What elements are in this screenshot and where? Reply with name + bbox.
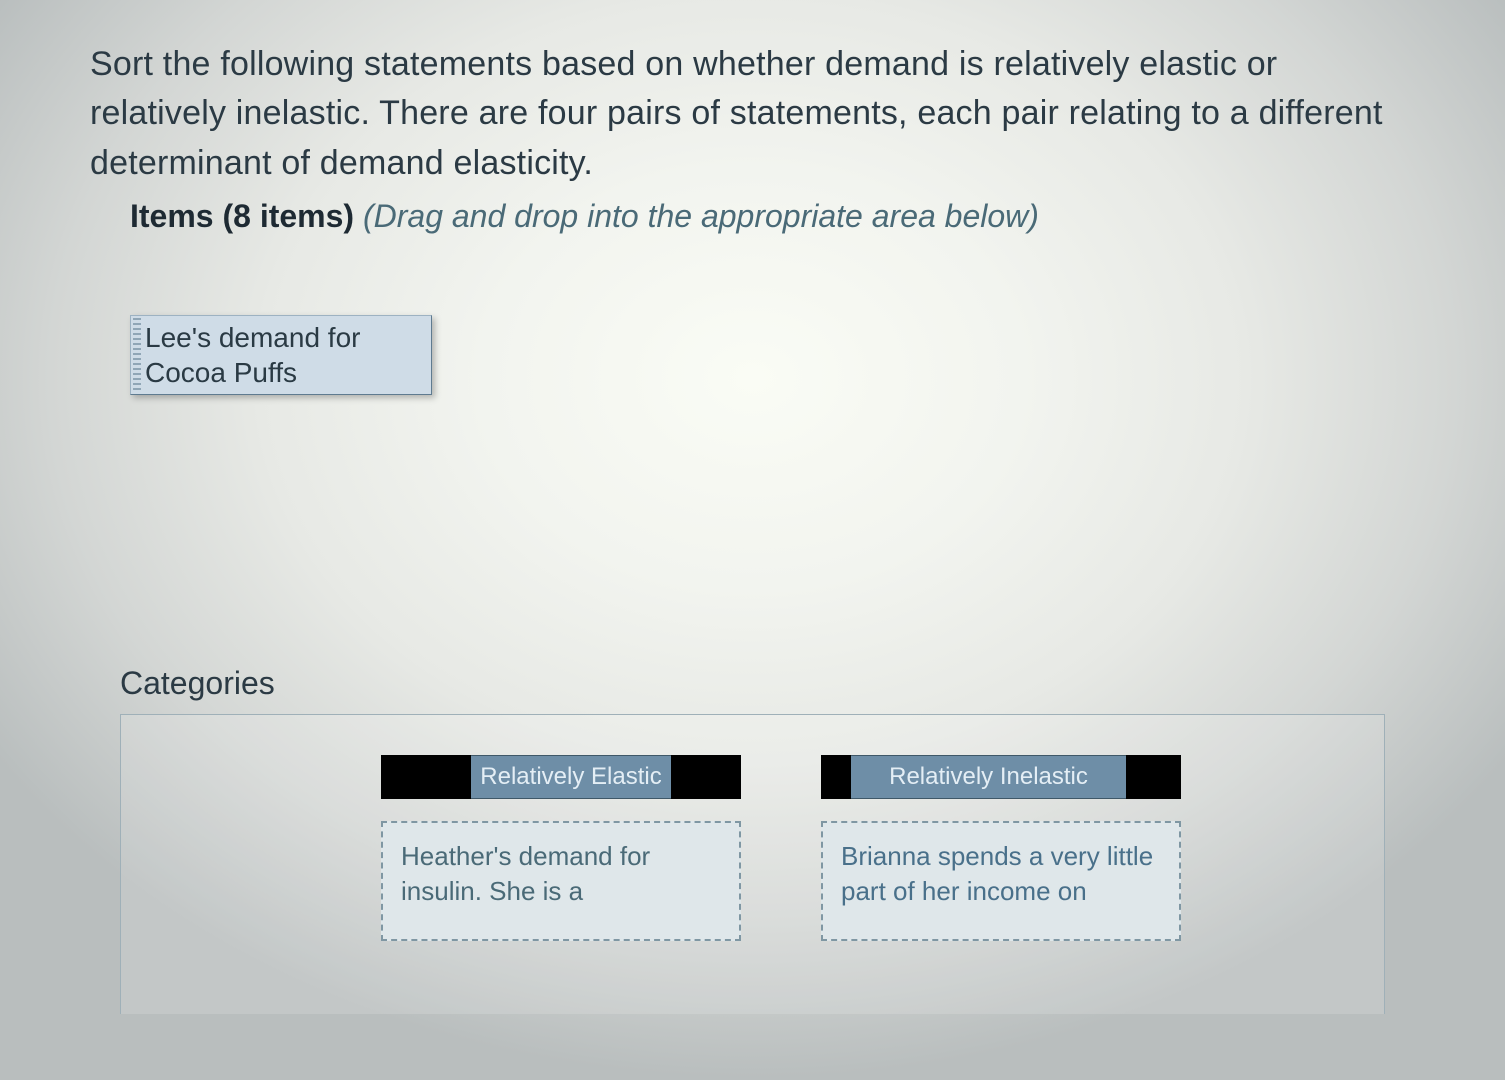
redaction-block bbox=[1126, 755, 1181, 799]
redaction-block bbox=[381, 755, 471, 799]
drag-hint: (Drag and drop into the appropriate area… bbox=[363, 198, 1039, 234]
category-header-elastic: Relatively Elastic bbox=[381, 755, 741, 799]
category-inelastic: Relatively Inelastic Brianna spends a ve… bbox=[821, 755, 1181, 1014]
drop-zone-elastic[interactable]: Heather's demand for insulin. She is a bbox=[381, 821, 741, 941]
redaction-block bbox=[671, 755, 741, 799]
categories-heading: Categories bbox=[120, 665, 1415, 702]
categories-container: Relatively Elastic Heather's demand for … bbox=[120, 714, 1385, 1014]
drop-zone-inelastic[interactable]: Brianna spends a very little part of her… bbox=[821, 821, 1181, 941]
redaction-block bbox=[821, 755, 851, 799]
category-label-elastic: Relatively Elastic bbox=[471, 755, 671, 799]
category-header-inelastic: Relatively Inelastic bbox=[821, 755, 1181, 799]
draggable-item[interactable]: Lee's demand for Cocoa Puffs bbox=[130, 315, 432, 395]
items-count-label: Items (8 items) bbox=[130, 198, 354, 234]
question-text: Sort the following statements based on w… bbox=[90, 40, 1415, 188]
dropped-item-text: Heather's demand for insulin. She is a bbox=[401, 839, 721, 909]
category-label-inelastic: Relatively Inelastic bbox=[851, 755, 1126, 799]
items-heading: Items (8 items) (Drag and drop into the … bbox=[130, 198, 1415, 235]
category-elastic: Relatively Elastic Heather's demand for … bbox=[381, 755, 741, 1014]
item-text: Lee's demand for Cocoa Puffs bbox=[145, 320, 425, 390]
dropped-item-text: Brianna spends a very little part of her… bbox=[841, 839, 1161, 909]
items-area[interactable]: Lee's demand for Cocoa Puffs bbox=[130, 315, 1415, 665]
